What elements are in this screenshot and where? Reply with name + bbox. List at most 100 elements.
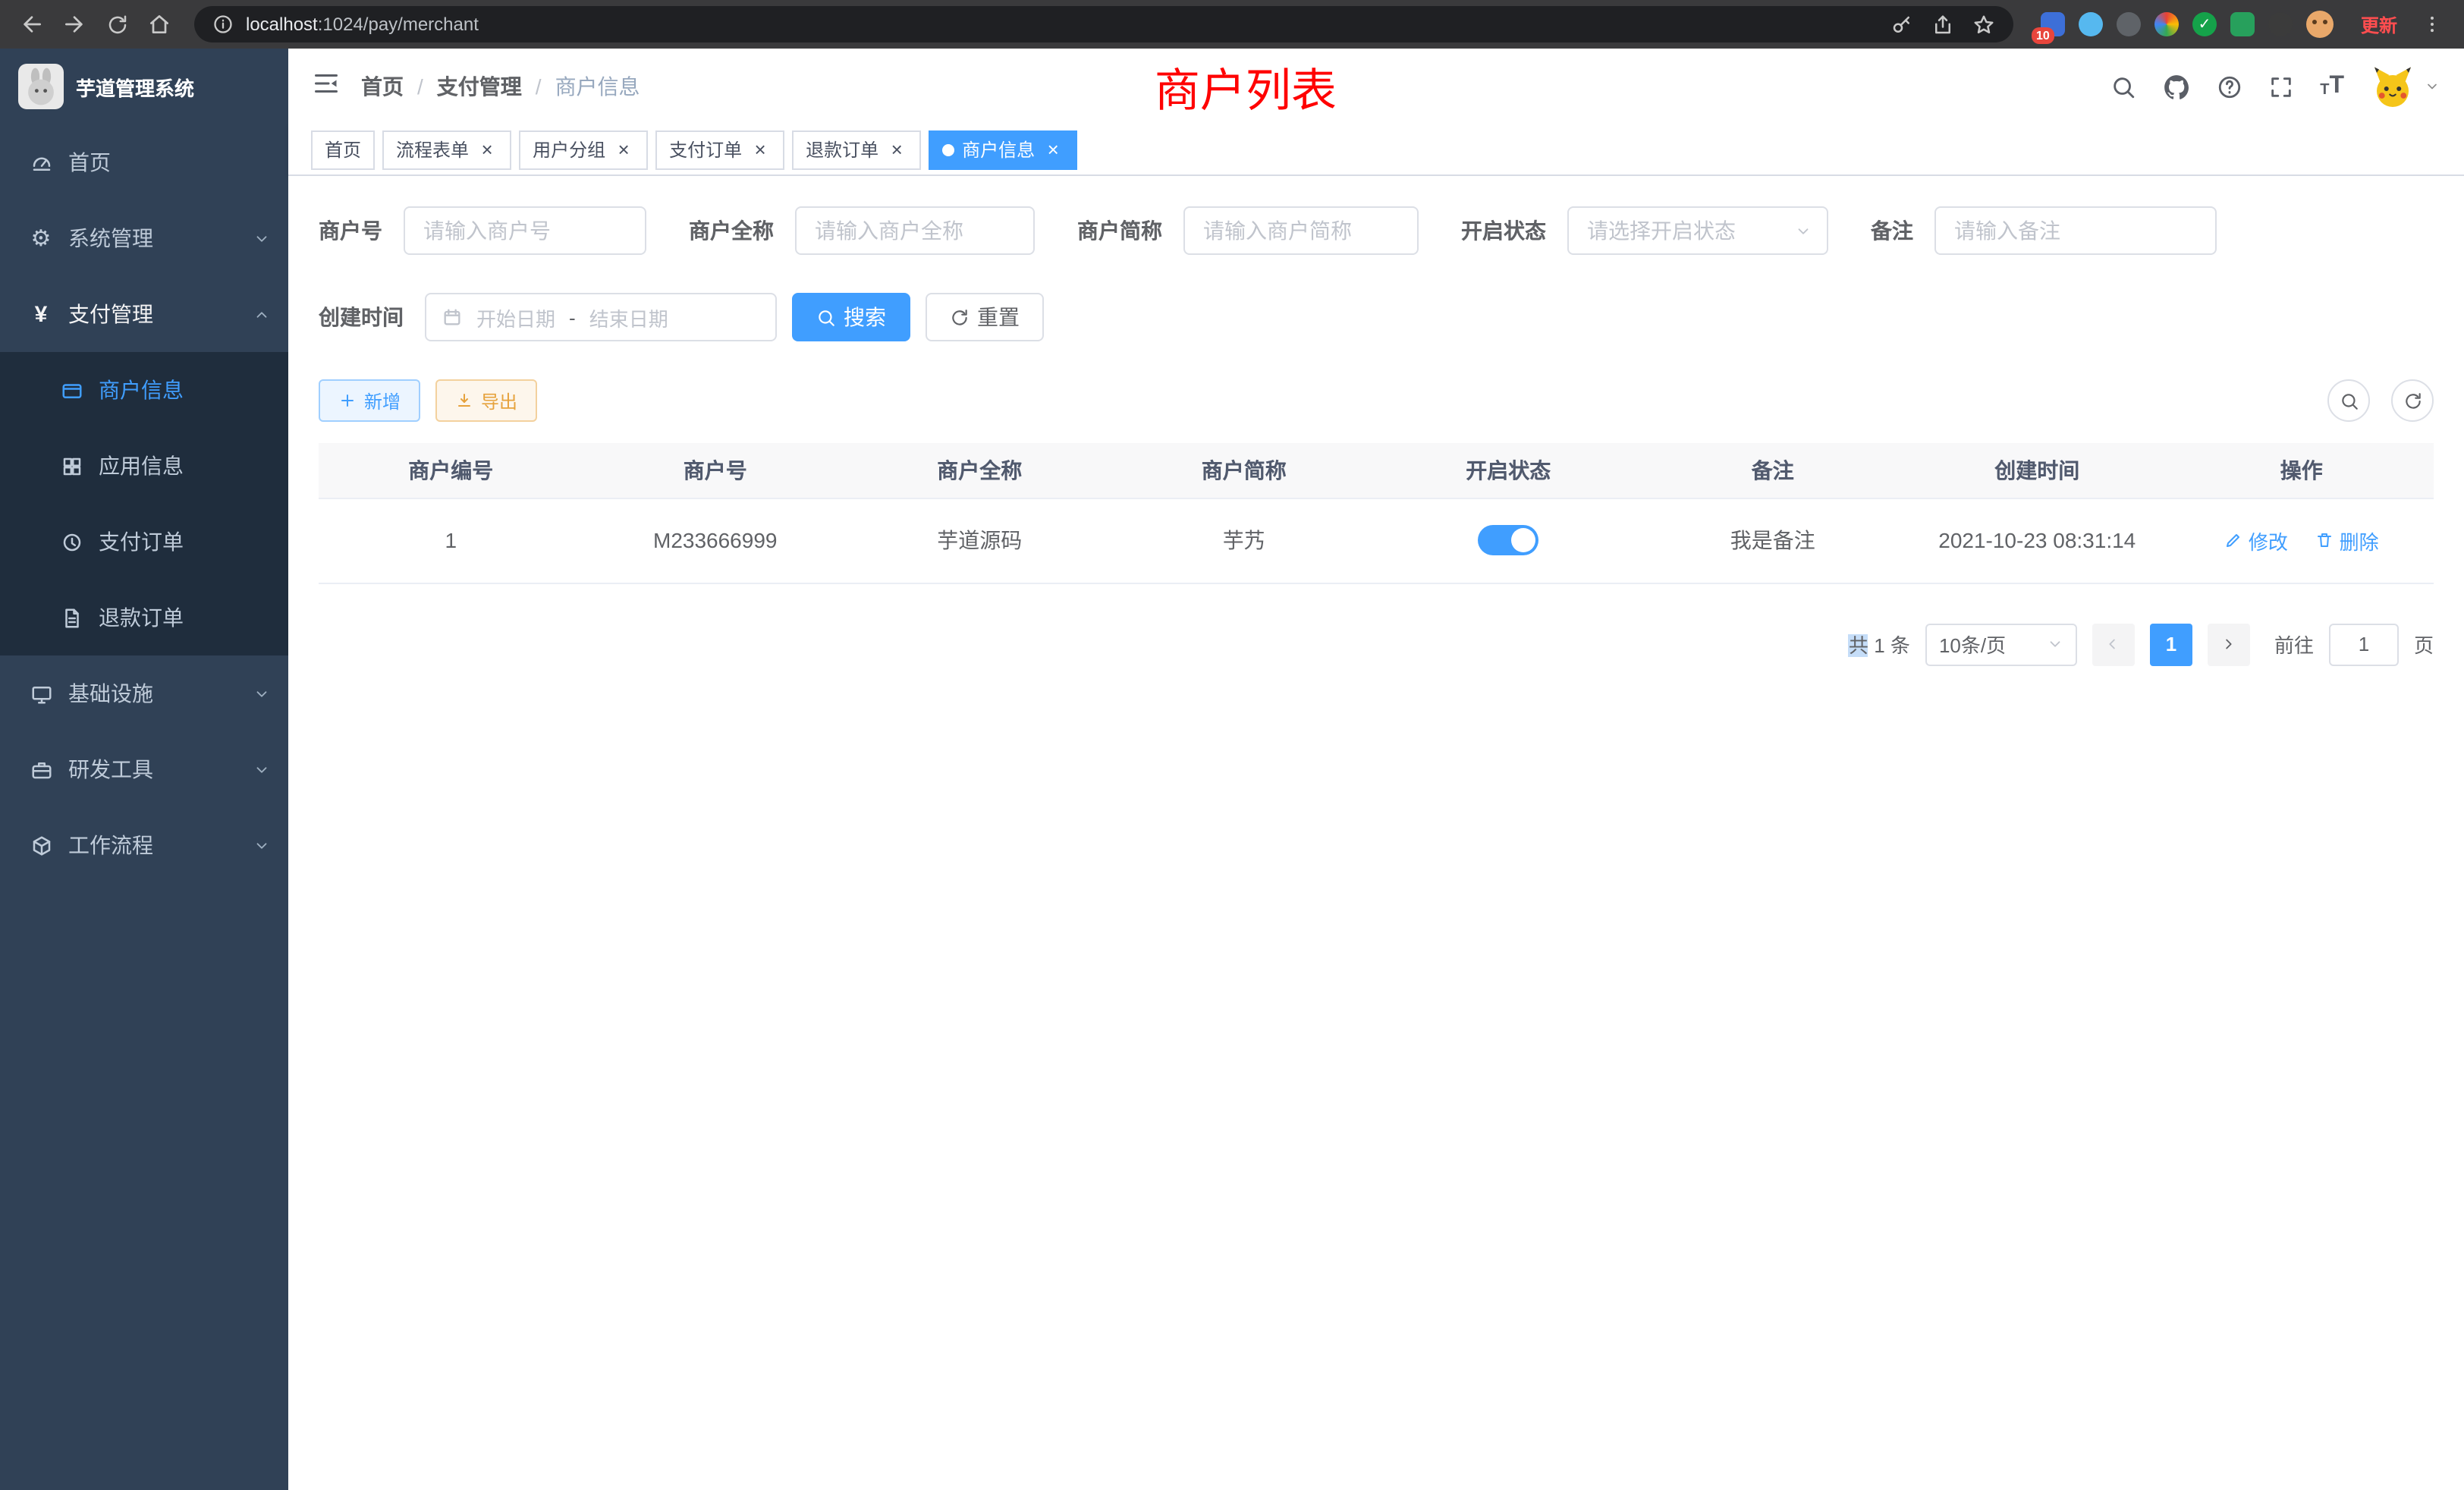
status-select-placeholder: 请选择开启状态 — [1587, 215, 1736, 246]
close-icon[interactable]: × — [1042, 139, 1064, 160]
sidebar-item-dev-tools[interactable]: 研发工具 — [0, 731, 288, 807]
chevron-down-icon — [2047, 636, 2063, 652]
pagination-total: 共 1 条 — [1849, 630, 1910, 659]
password-key-icon[interactable] — [1890, 13, 1913, 36]
sidebar-item-payment-orders[interactable]: 支付订单 — [0, 504, 288, 580]
refresh-table-button[interactable] — [2391, 379, 2434, 422]
edit-link[interactable]: 修改 — [2224, 526, 2288, 555]
range-separator: - — [569, 306, 576, 328]
prev-page-button[interactable] — [2092, 623, 2135, 665]
github-link[interactable] — [2162, 72, 2191, 101]
browser-profile-avatar[interactable] — [2306, 11, 2334, 38]
gear-icon: ⚙ — [27, 225, 55, 252]
help-button[interactable] — [2217, 74, 2242, 99]
reset-button[interactable]: 重置 — [926, 293, 1044, 341]
status-toggle[interactable] — [1478, 525, 1538, 555]
close-icon[interactable]: × — [613, 139, 634, 160]
close-icon[interactable]: × — [886, 139, 907, 160]
search-icon — [2339, 391, 2359, 410]
cell-full-name: 芋道源码 — [847, 498, 1112, 583]
chevron-left-icon — [2105, 636, 2122, 652]
sidebar-item-home[interactable]: 首页 — [0, 124, 288, 200]
export-button[interactable]: 导出 — [435, 379, 537, 422]
browser-update-button[interactable]: 更新 — [2361, 11, 2397, 37]
tab-merchant-info[interactable]: 商户信息× — [929, 130, 1077, 169]
col-header-actions: 操作 — [2170, 443, 2434, 498]
sidebar-item-payment[interactable]: ¥ 支付管理 — [0, 276, 288, 352]
monitor-icon — [27, 680, 55, 707]
tab-home[interactable]: 首页 — [311, 130, 375, 169]
share-icon[interactable] — [1931, 13, 1954, 36]
font-size-button[interactable]: TT — [2320, 74, 2344, 99]
tab-refund-orders[interactable]: 退款订单× — [792, 130, 921, 169]
remark-input[interactable] — [1934, 206, 2217, 255]
short-name-input[interactable] — [1183, 206, 1419, 255]
user-menu[interactable] — [2370, 64, 2440, 109]
breadcrumb-current: 商户信息 — [555, 71, 640, 102]
chevron-down-icon — [253, 761, 270, 778]
tab-process-form[interactable]: 流程表单× — [382, 130, 511, 169]
credit-card-icon — [58, 376, 85, 404]
logo-link[interactable]: 芋道管理系统 — [0, 49, 288, 124]
extension-icon[interactable] — [2268, 12, 2293, 36]
extension-icon[interactable] — [2079, 12, 2103, 36]
breadcrumb-home[interactable]: 首页 — [361, 71, 404, 102]
browser-menu-button[interactable] — [2412, 5, 2452, 44]
browser-extensions: 10 ✓ — [2041, 11, 2334, 38]
sidebar-item-workflow[interactable]: 工作流程 — [0, 807, 288, 883]
delete-link[interactable]: 删除 — [2315, 526, 2379, 555]
tab-user-group[interactable]: 用户分组× — [519, 130, 648, 169]
add-button[interactable]: 新增 — [319, 379, 420, 422]
edit-link-label: 修改 — [2249, 526, 2288, 555]
browser-home-button[interactable] — [140, 5, 179, 44]
toggle-search-button[interactable] — [2327, 379, 2370, 422]
page-number-button[interactable]: 1 — [2150, 623, 2192, 665]
cell-actions: 修改 删除 — [2170, 498, 2434, 583]
sidebar-toggle-button[interactable] — [313, 69, 340, 104]
extension-icon[interactable] — [2154, 12, 2179, 36]
site-info-icon[interactable] — [212, 14, 234, 35]
page-annotation: 商户列表 — [1155, 53, 1337, 120]
download-icon — [455, 391, 473, 410]
next-page-button[interactable] — [2208, 623, 2250, 665]
kebab-menu-icon — [2422, 14, 2443, 35]
browser-forward-button[interactable] — [55, 5, 94, 44]
status-select[interactable]: 请选择开启状态 — [1567, 206, 1828, 255]
sidebar-item-app-info[interactable]: 应用信息 — [0, 428, 288, 504]
close-icon[interactable]: × — [476, 139, 498, 160]
browser-reload-button[interactable] — [97, 5, 137, 44]
browser-back-button[interactable] — [12, 5, 52, 44]
search-icon — [2110, 74, 2136, 99]
tab-payment-orders[interactable]: 支付订单× — [655, 130, 784, 169]
chevron-down-icon — [1795, 222, 1812, 239]
sidebar-item-infrastructure[interactable]: 基础设施 — [0, 655, 288, 731]
breadcrumb-payment[interactable]: 支付管理 — [437, 71, 522, 102]
extension-icon[interactable]: ✓ — [2192, 12, 2217, 36]
col-header-short-name: 商户简称 — [1112, 443, 1377, 498]
cube-icon — [27, 831, 55, 859]
full-name-label: 商户全称 — [689, 215, 795, 246]
address-bar[interactable]: localhost:1024/pay/merchant — [194, 6, 2013, 42]
extension-icon[interactable] — [2117, 12, 2141, 36]
goto-page-input[interactable] — [2329, 623, 2399, 665]
sidebar-item-merchant-info[interactable]: 商户信息 — [0, 352, 288, 428]
merchant-list-page: 商户号 商户全称 商户简称 开启状态 请选择开启状态 — [288, 176, 2464, 1490]
merchant-no-input[interactable] — [404, 206, 646, 255]
search-button[interactable]: 搜索 — [792, 293, 910, 341]
sidebar-item-label: 首页 — [68, 147, 111, 178]
extension-icon[interactable] — [2230, 12, 2255, 36]
back-arrow-icon — [20, 12, 44, 36]
full-name-input[interactable] — [795, 206, 1035, 255]
extension-icon[interactable]: 10 — [2041, 12, 2065, 36]
sidebar-item-refund-orders[interactable]: 退款订单 — [0, 580, 288, 655]
sidebar-item-system[interactable]: ⚙ 系统管理 — [0, 200, 288, 276]
col-header-id: 商户编号 — [319, 443, 583, 498]
page-size-select[interactable]: 10条/页 — [1925, 623, 2077, 665]
fullscreen-button[interactable] — [2268, 74, 2294, 99]
close-icon[interactable]: × — [750, 139, 771, 160]
bookmark-star-icon[interactable] — [1972, 13, 1995, 36]
cell-id: 1 — [319, 498, 583, 583]
start-date-placeholder: 开始日期 — [476, 303, 555, 332]
header-search-button[interactable] — [2110, 74, 2136, 99]
create-time-range-picker[interactable]: 开始日期 - 结束日期 — [425, 293, 777, 341]
